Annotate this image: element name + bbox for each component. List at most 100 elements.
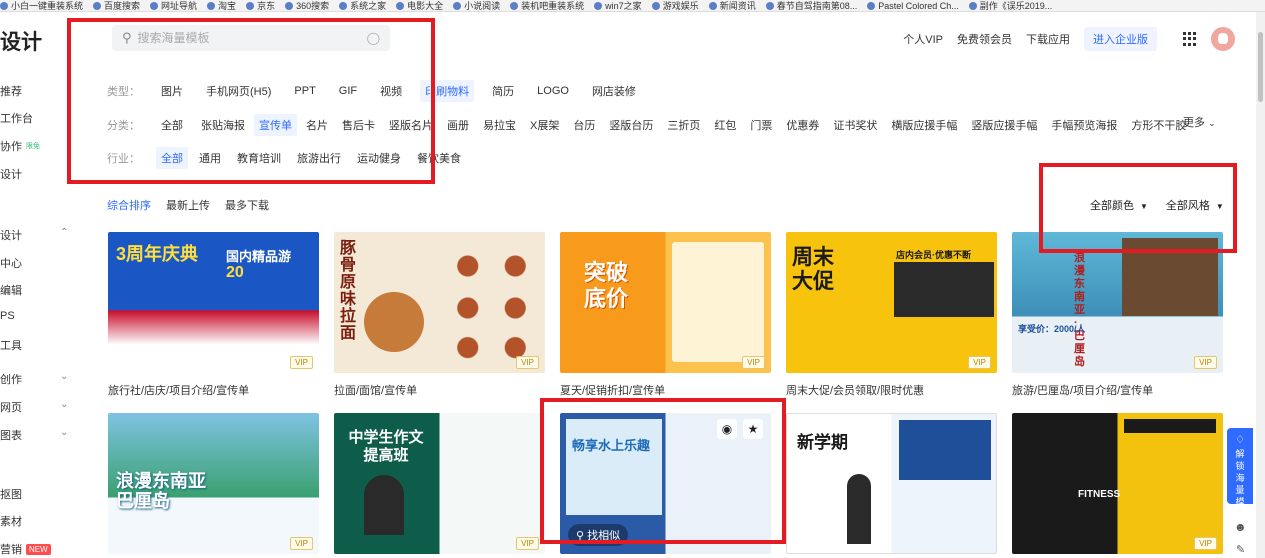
sidebar-item-edit[interactable]: 编辑 (0, 282, 22, 298)
template-thumbnail[interactable]: 中学生作文提高班 VIP (334, 413, 545, 554)
bookmark-item[interactable]: 新闻资讯 (708, 0, 756, 11)
more-categories-button[interactable]: 更多 ⌄ (1183, 114, 1216, 130)
template-card[interactable]: 新学期 (786, 413, 997, 554)
bookmark-item[interactable]: win7之家 (594, 0, 642, 11)
bookmark-item[interactable]: 百度搜索 (93, 0, 140, 11)
template-thumbnail[interactable]: 3周年庆典 国内精品游 20 VIP (108, 232, 319, 373)
category-option[interactable]: 画册 (442, 114, 474, 136)
category-option[interactable]: 台历 (568, 114, 600, 136)
bookmark-item[interactable]: 小说阅读 (453, 0, 500, 11)
sidebar-item-cutout[interactable]: 抠图 (0, 486, 22, 502)
poster-price: 享受价：2000/人 (1018, 324, 1086, 334)
bookmark-item[interactable]: 电影大全 (396, 0, 443, 11)
template-thumbnail[interactable]: 豚骨原味拉面 VIP (334, 232, 545, 373)
sidebar-item-ps[interactable]: PS (0, 310, 15, 322)
free-member-link[interactable]: 免费领会员 (957, 31, 1012, 47)
type-option[interactable]: 网店装修 (587, 80, 641, 102)
download-app-link[interactable]: 下载应用 (1026, 31, 1070, 47)
unlock-templates-panel[interactable]: ♢ 解锁海量模板 (1227, 428, 1253, 519)
sidebar-item-marketing[interactable]: 营销 NEW (0, 541, 51, 557)
template-card[interactable]: 突破底价 VIP 夏天/促销折扣/宣传单 (560, 232, 771, 398)
chevron-down-icon[interactable]: ⌄ (60, 399, 68, 410)
bookmark-item[interactable]: 装机吧重装系统 (510, 0, 584, 11)
category-option[interactable]: 证书奖状 (828, 114, 882, 136)
template-card[interactable]: FITNESS VIP (1012, 413, 1223, 554)
sidebar-item-create[interactable]: 创作 (0, 371, 22, 387)
apps-grid-icon[interactable] (1183, 32, 1197, 46)
bookmark-favicon-icon (150, 1, 159, 10)
chevron-up-icon[interactable]: ⌃ (60, 227, 68, 238)
category-option[interactable]: X展架 (525, 114, 564, 136)
scrollbar-thumb[interactable] (1258, 32, 1263, 102)
bookmark-label: 春节自驾指南第08... (776, 0, 858, 11)
category-option[interactable]: 门票 (745, 114, 777, 136)
bookmark-favicon-icon (510, 1, 519, 10)
bookmark-favicon-icon (651, 1, 660, 10)
category-option[interactable]: 竖版应援手幅 (966, 114, 1042, 136)
sort-comprehensive[interactable]: 综合排序 (107, 197, 151, 213)
template-card[interactable]: 周末大促 店内会员·优惠不断 VIP 周末大促/会员领取/限时优惠 (786, 232, 997, 398)
template-title[interactable]: 旅行社/店庆/项目介绍/宣传单 (108, 382, 319, 398)
category-option[interactable]: 易拉宝 (478, 114, 521, 136)
sort-newest[interactable]: 最新上传 (166, 197, 210, 213)
template-card[interactable]: 浪漫东南亚·巴厘岛 享受价：2000/人 VIP 旅游/巴厘岛/项目介绍/宣传单 (1012, 232, 1223, 398)
page-scrollbar[interactable] (1256, 12, 1265, 558)
bookmark-item[interactable]: 网址导航 (150, 0, 197, 11)
bookmark-item[interactable]: 系统之家 (339, 0, 386, 11)
sidebar-item-center[interactable]: 中心 (0, 255, 22, 271)
user-service-icon[interactable]: ☻ (1234, 520, 1247, 534)
sidebar-item-tools[interactable]: 工具 (0, 337, 22, 353)
template-card[interactable]: 3周年庆典 国内精品游 20 VIP 旅行社/店庆/项目介绍/宣传单 (108, 232, 319, 398)
user-avatar[interactable] (1211, 27, 1235, 51)
category-option[interactable]: 三折页 (662, 114, 705, 136)
bookmark-item[interactable]: 游戏娱乐 (651, 0, 699, 11)
type-option[interactable]: 简历 (487, 80, 519, 102)
enterprise-button[interactable]: 进入企业版 (1084, 27, 1157, 51)
sidebar-item-design[interactable]: 设计 (0, 166, 22, 182)
type-option[interactable]: LOGO (532, 82, 574, 100)
template-title[interactable]: 旅游/巴厘岛/项目介绍/宣传单 (1012, 382, 1223, 398)
edit-feedback-icon[interactable]: ✎ (1236, 543, 1245, 556)
template-card[interactable]: 豚骨原味拉面 VIP 拉面/面馆/宣传单 (334, 232, 545, 398)
poster-headline: FITNESS (1078, 489, 1121, 500)
template-thumbnail[interactable]: FITNESS VIP (1012, 413, 1223, 554)
bookmark-item[interactable]: 春节自驾指南第08... (765, 0, 858, 11)
sidebar-item-recommend[interactable]: 推荐 (0, 83, 22, 99)
sort-most-downloaded[interactable]: 最多下载 (225, 197, 269, 213)
template-thumbnail[interactable]: 浪漫东南亚巴厘岛 VIP (108, 413, 319, 554)
category-option[interactable]: 红包 (709, 114, 741, 136)
sidebar-item-collab[interactable]: 协作 限免 (0, 138, 40, 154)
sidebar-item-design-group[interactable]: 设计 (0, 227, 22, 243)
category-option[interactable]: 手幅预览海报 (1046, 114, 1122, 136)
chevron-down-icon[interactable]: ⌄ (60, 427, 68, 438)
bookmark-item[interactable]: Pastel Colored Ch... (867, 0, 959, 11)
personal-vip-link[interactable]: 个人VIP (903, 31, 943, 47)
site-logo[interactable]: 设计 (0, 26, 42, 56)
template-thumbnail[interactable]: 浪漫东南亚·巴厘岛 享受价：2000/人 VIP (1012, 232, 1223, 373)
sidebar-item-web[interactable]: 网页 (0, 399, 22, 415)
bookmark-label: 游戏娱乐 (662, 0, 699, 11)
template-thumbnail[interactable]: 突破底价 VIP (560, 232, 771, 373)
template-card[interactable]: 浪漫东南亚巴厘岛 VIP (108, 413, 319, 554)
sidebar-item-workbench[interactable]: 工作台 (0, 110, 33, 126)
category-option[interactable]: 方形不干胶 (1126, 114, 1191, 136)
template-thumbnail[interactable]: 新学期 (786, 413, 997, 554)
bookmark-item[interactable]: 360搜索 (285, 0, 329, 11)
sidebar-item-chart[interactable]: 图表 (0, 427, 22, 443)
chevron-down-icon[interactable]: ⌄ (60, 371, 68, 382)
poster-headline: 新学期 (797, 433, 848, 452)
template-card[interactable]: 中学生作文提高班 VIP (334, 413, 545, 554)
category-option[interactable]: 优惠券 (781, 114, 824, 136)
sidebar-item-material[interactable]: 素材 (0, 513, 22, 529)
template-title[interactable]: 夏天/促销折扣/宣传单 (560, 382, 771, 398)
bookmark-item[interactable]: 副作《误乐2019... (968, 0, 1052, 11)
bookmark-item[interactable]: 小白一键重装系统 (0, 0, 83, 11)
bookmark-item[interactable]: 淘宝 (207, 0, 236, 11)
category-option[interactable]: 竖版台历 (604, 114, 658, 136)
template-thumbnail[interactable]: 周末大促 店内会员·优惠不断 VIP (786, 232, 997, 373)
bookmark-item[interactable]: 京东 (246, 0, 275, 11)
bookmark-label: 小说阅读 (464, 0, 501, 11)
template-title[interactable]: 拉面/面馆/宣传单 (334, 382, 545, 398)
template-title[interactable]: 周末大促/会员领取/限时优惠 (786, 382, 997, 398)
category-option[interactable]: 横版应援手幅 (886, 114, 962, 136)
